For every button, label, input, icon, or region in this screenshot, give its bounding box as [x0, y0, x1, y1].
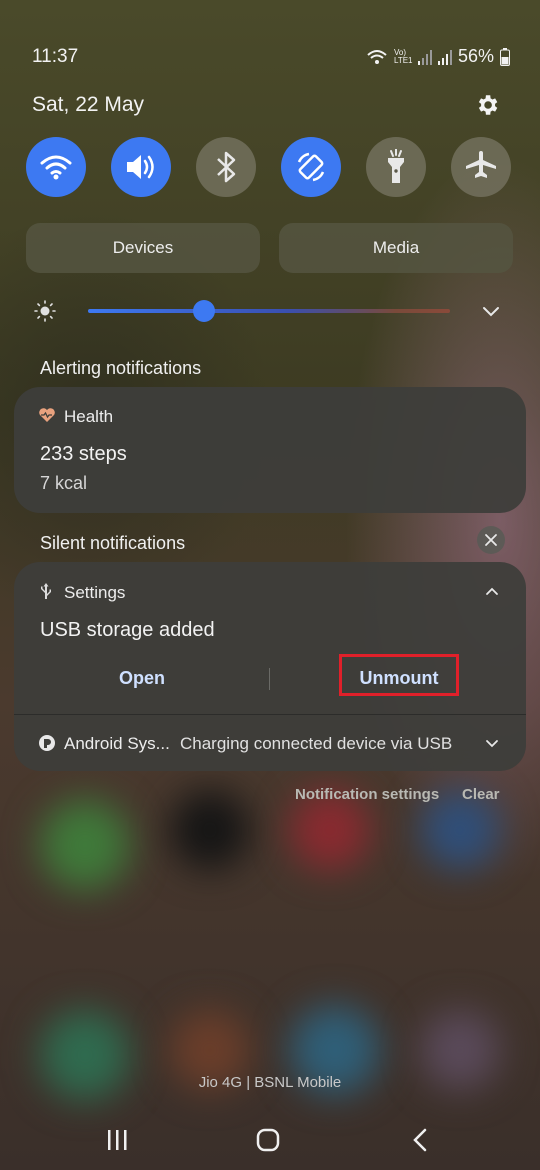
brightness-sun-icon	[34, 300, 56, 322]
devices-button[interactable]: Devices	[26, 223, 260, 273]
wifi-toggle[interactable]	[26, 137, 86, 197]
bluetooth-icon	[217, 151, 236, 183]
wifi-signal-icon	[367, 49, 387, 64]
flashlight-toggle[interactable]	[366, 137, 426, 197]
clear-all-link[interactable]: Clear	[462, 786, 500, 803]
recent-apps-button[interactable]	[99, 1122, 135, 1158]
auto-rotate-toggle[interactable]	[281, 137, 341, 197]
charging-text: Charging connected device via USB	[180, 734, 453, 753]
brightness-row	[32, 296, 512, 326]
auto-rotate-icon	[297, 152, 325, 182]
health-kcal: 7 kcal	[40, 473, 88, 493]
notification-settings-link[interactable]: Notification settings	[295, 786, 439, 803]
sound-icon	[127, 155, 154, 179]
usb-icon	[41, 583, 51, 599]
open-button[interactable]: Open	[82, 668, 202, 689]
battery-percent: 56%	[457, 46, 494, 66]
back-button[interactable]	[402, 1122, 438, 1158]
sound-toggle[interactable]	[111, 137, 171, 197]
home-icon	[256, 1128, 280, 1152]
expand-chevron-icon[interactable]	[482, 306, 500, 318]
expand-notification-chevron-icon[interactable]	[485, 739, 499, 749]
status-icons: Vo) LTE1 56%	[366, 46, 510, 67]
media-button[interactable]: Media	[279, 223, 513, 273]
brightness-slider[interactable]	[88, 300, 450, 322]
health-heart-icon	[39, 408, 55, 422]
flashlight-icon	[388, 149, 404, 183]
home-button[interactable]	[250, 1122, 286, 1158]
volte-label: Vo) LTE1	[393, 47, 413, 65]
android-system-app-name: Android Sys...	[64, 734, 170, 753]
recent-apps-icon	[108, 1130, 127, 1150]
health-app-name: Health	[64, 407, 114, 426]
silent-notifications-title: Silent notifications	[40, 533, 186, 553]
android-system-notification[interactable]: Android Sys... Charging connected device…	[14, 715, 526, 771]
brightness-thumb[interactable]	[192, 300, 215, 322]
battery-icon	[500, 47, 510, 66]
carrier-label: Jio 4G | BSNL Mobile	[198, 1074, 342, 1091]
unmount-button[interactable]: Unmount	[339, 654, 459, 696]
wifi-icon	[40, 155, 72, 180]
airplane-mode-icon	[466, 151, 496, 178]
settings-notification-group: Settings USB storage added Open Unmount …	[14, 562, 526, 771]
settings-app-name: Settings	[64, 583, 126, 602]
collapse-chevron-icon[interactable]	[485, 586, 499, 596]
clock: 11:37	[32, 46, 79, 67]
health-notification[interactable]: Health 233 steps 7 kcal	[14, 387, 526, 513]
usb-storage-title: USB storage added	[40, 619, 215, 641]
cell-signal-2-icon	[437, 49, 452, 65]
airplane-mode-toggle[interactable]	[451, 137, 511, 197]
cell-signal-1-icon	[417, 49, 432, 65]
date-label: Sat, 22 May	[32, 93, 145, 116]
close-icon	[485, 534, 497, 546]
bluetooth-toggle[interactable]	[196, 137, 256, 197]
settings-gear-icon[interactable]	[474, 92, 500, 118]
android-system-icon	[39, 735, 55, 751]
back-icon	[413, 1128, 427, 1152]
alerting-notifications-title: Alerting notifications	[40, 358, 202, 378]
health-steps: 233 steps	[40, 443, 127, 465]
button-divider	[269, 668, 270, 690]
clear-silent-button[interactable]	[477, 526, 505, 554]
